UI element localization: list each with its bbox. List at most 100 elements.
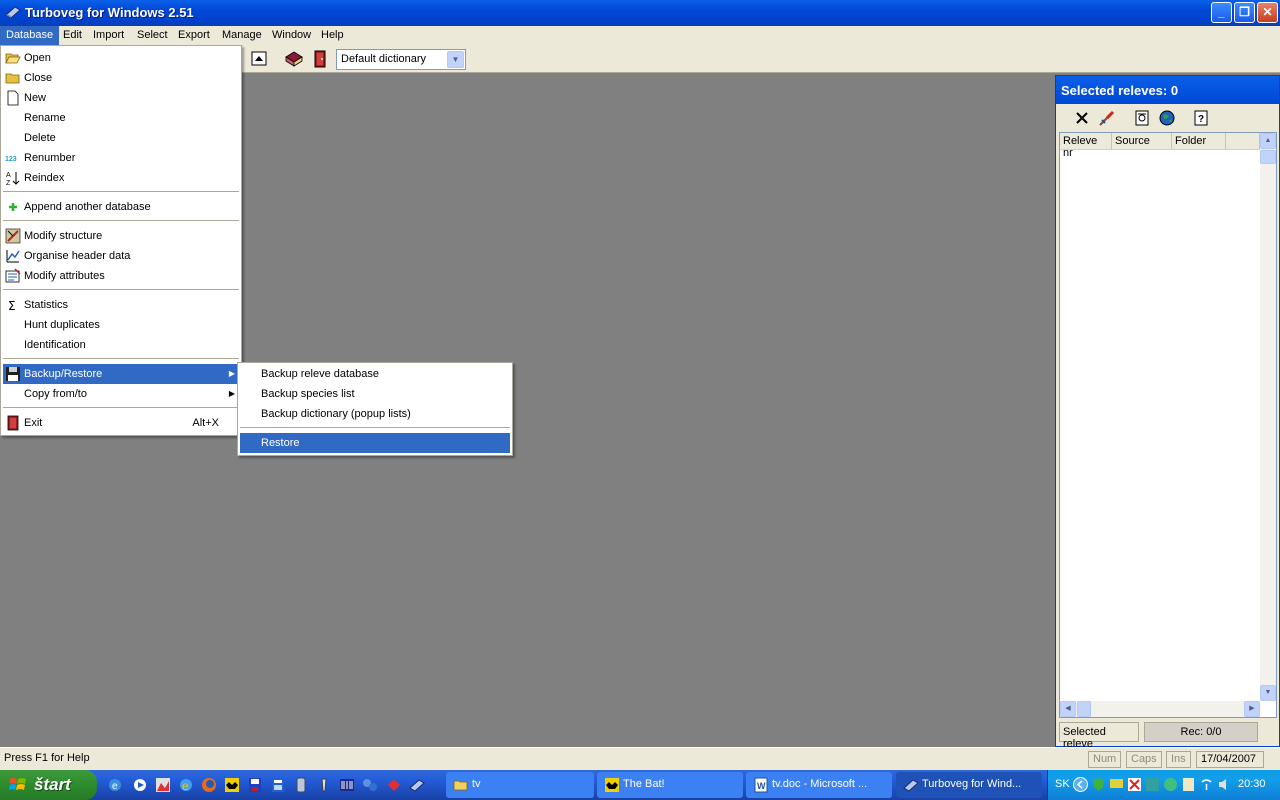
diamond-icon[interactable] xyxy=(386,777,402,793)
tool-icon[interactable] xyxy=(316,777,332,793)
open-folder-icon xyxy=(5,53,21,64)
selected-releves-title: Selected releves: 0 xyxy=(1056,76,1279,104)
menu-item-modify-structure[interactable]: Modify structure xyxy=(3,226,239,246)
menu-item-rename[interactable]: Rename xyxy=(3,108,239,128)
menu-select[interactable]: Select xyxy=(131,26,174,45)
menu-item-rename-label: Rename xyxy=(24,112,66,124)
menu-export[interactable]: Export xyxy=(172,26,216,45)
ie-icon[interactable]: e xyxy=(107,777,123,793)
menu-item-append-label: Append another database xyxy=(24,201,151,213)
taskbar-task-turboveg[interactable]: Turboveg for Wind... xyxy=(896,772,1042,798)
svg-text:e: e xyxy=(112,781,118,792)
scroll-up-icon[interactable]: ▲ xyxy=(1260,133,1276,149)
eraser-brush-icon[interactable] xyxy=(1097,108,1117,128)
exit-door-icon[interactable] xyxy=(309,49,331,69)
restore-button[interactable]: ❐ xyxy=(1234,2,1255,23)
app-icon[interactable] xyxy=(1145,777,1160,792)
menu-separator xyxy=(240,427,510,428)
menu-window[interactable]: Window xyxy=(266,26,317,45)
scroll-thumb[interactable] xyxy=(1260,150,1276,164)
menu-database[interactable]: Database xyxy=(0,26,60,45)
delete-x-icon[interactable] xyxy=(1072,108,1092,128)
menu-item-organise-header[interactable]: Organise header data xyxy=(3,246,239,266)
photo-icon[interactable] xyxy=(155,777,171,793)
scroll-down-icon[interactable]: ▼ xyxy=(1260,685,1276,701)
help-icon[interactable]: ? xyxy=(1191,108,1211,128)
menu-item-append[interactable]: Append another database xyxy=(3,197,239,217)
menu-item-open[interactable]: Open xyxy=(3,48,239,68)
menu-item-statistics[interactable]: Σ Statistics xyxy=(3,295,239,315)
chevron-down-icon[interactable]: ▼ xyxy=(447,51,464,68)
minimize-button[interactable]: _ xyxy=(1211,2,1232,23)
warning-icon[interactable] xyxy=(1127,777,1142,792)
barcode-icon[interactable] xyxy=(339,777,355,793)
menu-item-delete-label: Delete xyxy=(24,132,56,144)
submenu-backup-dictionary[interactable]: Backup dictionary (popup lists) xyxy=(240,404,510,424)
column-header-releve-nr[interactable]: Releve nr xyxy=(1060,133,1112,159)
menu-item-close[interactable]: Close xyxy=(3,68,239,88)
network-icon[interactable] xyxy=(362,777,378,793)
the-bat-icon[interactable] xyxy=(224,777,240,793)
menu-item-hunt-duplicates-label: Hunt duplicates xyxy=(24,319,100,331)
language-indicator[interactable]: SK xyxy=(1055,778,1070,790)
menu-bar: Database Edit Import Select Export Manag… xyxy=(0,26,1280,45)
menu-item-statistics-label: Statistics xyxy=(24,299,69,311)
close-button[interactable]: ✕ xyxy=(1257,2,1278,23)
menu-item-renumber[interactable]: 123 Renumber xyxy=(3,148,239,168)
shield-icon[interactable] xyxy=(1091,777,1106,792)
floppy-icon xyxy=(6,367,20,381)
speaker-icon[interactable] xyxy=(1217,777,1232,792)
wireless-icon[interactable] xyxy=(1199,777,1214,792)
menu-item-hunt-duplicates[interactable]: Hunt duplicates xyxy=(3,315,239,335)
notes-icon[interactable] xyxy=(1181,777,1196,792)
ie-browser-icon[interactable]: e xyxy=(178,777,194,793)
firefox-icon[interactable] xyxy=(201,777,217,793)
menu-item-copy-from-to-label: Copy from/to xyxy=(24,388,87,400)
menu-import[interactable]: Import xyxy=(87,26,130,45)
vertical-scrollbar[interactable]: ▲ ▼ xyxy=(1260,133,1276,701)
menu-item-exit[interactable]: Exit Alt+X xyxy=(3,413,239,433)
svg-text:123: 123 xyxy=(5,156,17,163)
document-settings-icon[interactable] xyxy=(1132,108,1152,128)
menu-item-backup-restore[interactable]: Backup/Restore ▶ xyxy=(3,364,239,384)
column-header-folder[interactable]: Folder xyxy=(1172,133,1226,150)
scroll-left-icon[interactable]: ◀ xyxy=(1060,701,1076,717)
column-header-source[interactable]: Source xyxy=(1112,133,1172,150)
menu-item-identification[interactable]: Identification xyxy=(3,335,239,355)
taskbar-task-tv[interactable]: tv xyxy=(446,772,594,798)
floppy-icon[interactable] xyxy=(247,777,263,793)
menu-item-delete[interactable]: Delete xyxy=(3,128,239,148)
menu-item-copy-from-to[interactable]: Copy from/to ▶ xyxy=(3,384,239,404)
menu-item-new[interactable]: New xyxy=(3,88,239,108)
maximize-window-icon[interactable] xyxy=(248,49,270,69)
menu-edit[interactable]: Edit xyxy=(57,26,88,45)
status-help-text: Press F1 for Help xyxy=(4,752,90,764)
menu-item-exit-label: Exit xyxy=(24,417,43,429)
turboveg-icon[interactable] xyxy=(409,777,425,793)
globe-icon[interactable] xyxy=(1157,108,1177,128)
horizontal-scrollbar[interactable]: ◀ ▶ xyxy=(1060,701,1260,717)
menu-item-reindex[interactable]: A Z Reindex xyxy=(3,168,239,188)
calculator-icon[interactable] xyxy=(270,777,286,793)
tray-chevron-icon[interactable] xyxy=(1073,777,1088,792)
scroll-right-icon[interactable]: ▶ xyxy=(1244,701,1260,717)
books-icon[interactable] xyxy=(283,49,305,69)
monitor-icon[interactable] xyxy=(1109,777,1124,792)
submenu-backup-releve-database[interactable]: Backup releve database xyxy=(240,364,510,384)
clock[interactable]: 20:30 xyxy=(1238,778,1266,790)
device-icon[interactable] xyxy=(293,777,309,793)
menu-manage[interactable]: Manage xyxy=(216,26,268,45)
submenu-backup-species-list[interactable]: Backup species list xyxy=(240,384,510,404)
media-player-icon[interactable] xyxy=(132,777,148,793)
globe-icon[interactable] xyxy=(1163,777,1178,792)
menu-help[interactable]: Help xyxy=(315,26,350,45)
submenu-restore[interactable]: Restore xyxy=(240,433,510,453)
dictionary-select[interactable]: Default dictionary ▼ xyxy=(336,49,466,70)
hscroll-thumb[interactable] xyxy=(1077,701,1091,717)
selected-releves-list[interactable]: Releve nr Source Folder ▲ ▼ ◀ ▶ xyxy=(1059,132,1277,718)
taskbar-task-the-bat[interactable]: The Bat! xyxy=(597,772,743,798)
start-button[interactable]: štart xyxy=(0,770,97,800)
taskbar-task-word[interactable]: W tv.doc - Microsoft ... xyxy=(746,772,892,798)
menu-item-exit-accel: Alt+X xyxy=(192,417,219,429)
menu-item-modify-attributes[interactable]: Modify attributes xyxy=(3,266,239,286)
